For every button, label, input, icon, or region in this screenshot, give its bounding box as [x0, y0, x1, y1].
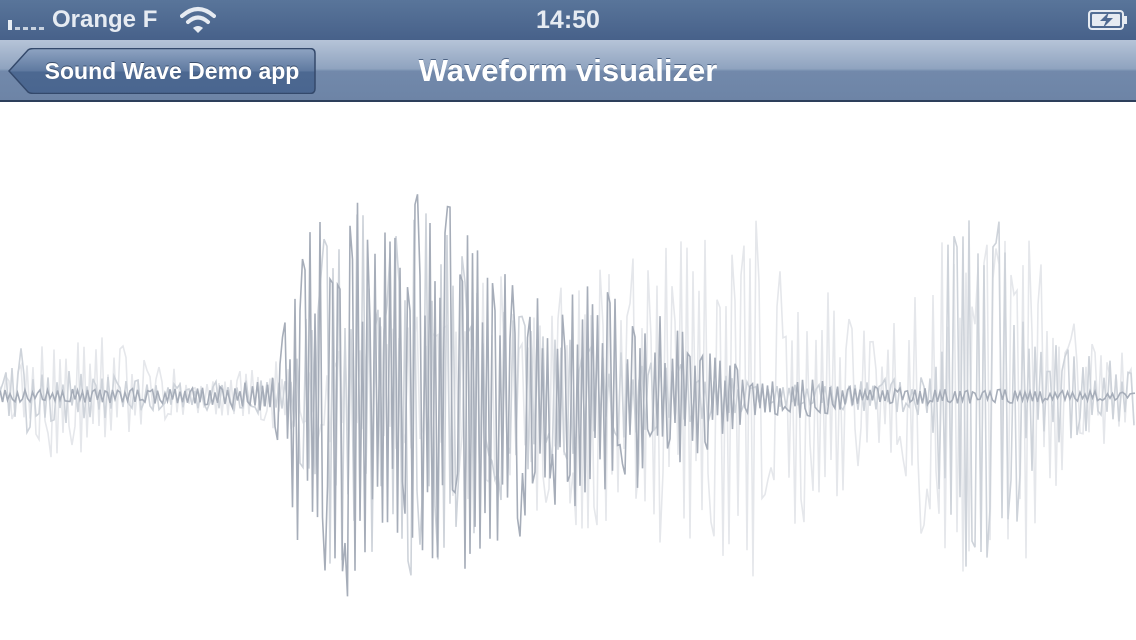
- waveform-area: [0, 102, 1136, 640]
- page-title: Waveform visualizer: [418, 53, 718, 88]
- navigation-bar: Sound Wave Demo app Waveform visualizer: [0, 40, 1136, 102]
- waveform-visualization: [0, 194, 1136, 597]
- status-time: 14:50: [536, 6, 600, 34]
- status-bar: Orange F 14:50: [0, 0, 1136, 40]
- back-button[interactable]: Sound Wave Demo app: [8, 48, 316, 94]
- back-button-label: Sound Wave Demo app: [44, 58, 300, 84]
- battery-charging-icon: [1088, 10, 1127, 30]
